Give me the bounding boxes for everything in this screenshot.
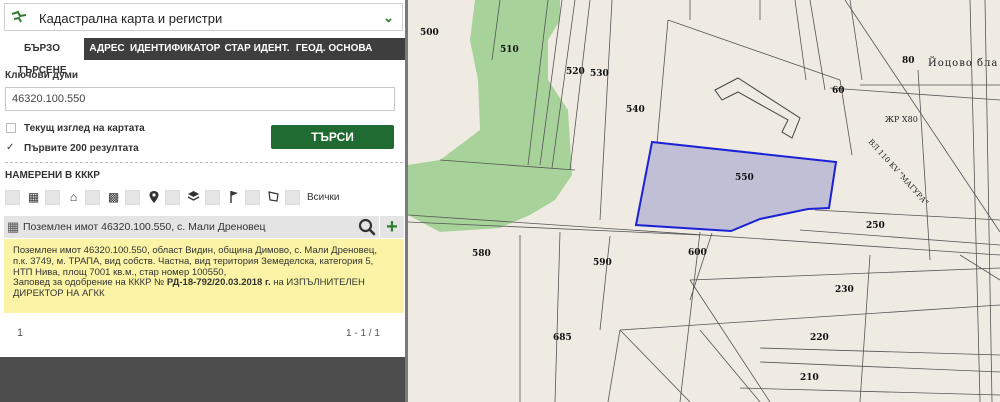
lot-number: 540 <box>626 105 645 115</box>
selected-parcel[interactable] <box>634 140 838 233</box>
filter-checkbox[interactable] <box>45 190 60 205</box>
building-icon[interactable]: ▩ <box>106 190 121 205</box>
first200-label: Първите 200 резултата <box>24 143 139 154</box>
tab-old-identifier[interactable]: СТАР ИДЕНТ. <box>222 38 292 60</box>
add-button[interactable]: + <box>380 216 404 238</box>
pager-range: 1 - 1 / 1 <box>346 328 380 339</box>
result-item-title: Поземлен имот 46320.100.550, с. Мали Дре… <box>23 221 266 233</box>
tab-geodetic-base[interactable]: ГЕОД. ОСНОВА <box>294 38 374 60</box>
lot-number: 220 <box>810 333 829 343</box>
tab-identifier[interactable]: ИДЕНТИФИКАТОР <box>130 38 220 60</box>
first200-checkbox[interactable]: ✓ <box>6 143 16 153</box>
filter-checkbox[interactable] <box>125 190 140 205</box>
lot-number: 250 <box>866 221 885 231</box>
lot-number: 230 <box>835 285 854 295</box>
search-button[interactable]: ТЪРСИ <box>271 125 394 149</box>
current-view-checkbox[interactable] <box>6 123 16 133</box>
map-pin-icon[interactable] <box>146 190 161 205</box>
parcel-grid-icon: ▦ <box>7 219 20 234</box>
lot-number: 80 <box>902 56 915 66</box>
keywords-label: Ключови думи <box>5 70 79 81</box>
building-label: ЖР Х80 <box>885 115 918 124</box>
lot-number: 580 <box>472 249 491 259</box>
all-label: Всички <box>307 192 340 203</box>
filter-checkbox[interactable] <box>165 190 180 205</box>
info-line: п.к. 3749, м. ТРАПА, вид собств. Частна,… <box>13 255 374 267</box>
lot-number: 510 <box>500 45 519 55</box>
all-checkbox[interactable] <box>285 190 300 205</box>
home-icon[interactable]: ⌂ <box>66 190 81 205</box>
lot-number: 60 <box>832 86 845 96</box>
keywords-input[interactable]: 46320.100.550 <box>5 87 395 111</box>
filter-checkbox[interactable] <box>85 190 100 205</box>
parcel-info-box: Поземлен имот 46320.100.550, област Види… <box>4 239 404 313</box>
map-canvas[interactable]: 500 510 520 530 540 550 580 590 600 250 … <box>408 0 1000 402</box>
filter-checkbox[interactable] <box>245 190 260 205</box>
flag-icon[interactable] <box>226 190 241 205</box>
lot-number: 520 <box>566 67 585 77</box>
side-panel-content: Кадастрална карта и регистри ⌄ БЪРЗО ТЪР… <box>0 0 405 357</box>
powerline-label: ВЛ 110 KV "МАГУРА" <box>867 137 931 207</box>
info-order-number: РД-18-792/20.03.2018 г. <box>166 277 271 289</box>
locality-label: Йоцово бла <box>928 57 998 69</box>
lot-number: 685 <box>553 333 572 343</box>
info-order-suffix: на ИЗПЪЛНИТЕЛЕН <box>273 277 365 289</box>
side-panel: Кадастрална карта и регистри ⌄ БЪРЗО ТЪР… <box>0 0 408 402</box>
zoom-to-button[interactable] <box>355 216 379 238</box>
search-tabs: БЪРЗО ТЪРСЕНЕ АДРЕС ИДЕНТИФИКАТОР СТАР И… <box>0 38 405 76</box>
lot-number: 210 <box>800 373 819 383</box>
building-outline <box>714 77 801 139</box>
info-order-prefix: Заповед за одобрение на КККР № <box>13 277 165 289</box>
current-view-label: Текущ изглед на картата <box>24 123 145 134</box>
filter-checkbox[interactable] <box>205 190 220 205</box>
plus-icon: + <box>386 216 398 238</box>
tab-address[interactable]: АДРЕС <box>86 38 128 60</box>
polygon-icon[interactable] <box>266 190 281 205</box>
found-label: НАМЕРЕНИ В КККР <box>5 170 100 181</box>
lot-number: 550 <box>735 173 754 183</box>
filter-checkbox[interactable] <box>5 190 20 205</box>
search-icon <box>358 218 376 236</box>
tab-quick-search[interactable]: БЪРЗО ТЪРСЕНЕ <box>0 38 84 76</box>
result-item[interactable]: ▦ Поземлен имот 46320.100.550, с. Мали Д… <box>4 216 355 238</box>
pager-page[interactable]: 1 <box>17 327 23 339</box>
lot-number: 500 <box>420 28 439 38</box>
cadastre-logo-icon <box>11 10 27 23</box>
layer-select-value: Кадастрална карта и регистри <box>39 11 223 26</box>
lot-number: 590 <box>593 258 612 268</box>
info-line: ДИРЕКТОР НА АГКК <box>13 288 105 300</box>
layer-select[interactable]: Кадастрална карта и регистри ⌄ <box>4 3 403 31</box>
grid-icon[interactable]: ▦ <box>26 190 41 205</box>
cadastral-map[interactable]: 500 510 520 530 540 550 580 590 600 250 … <box>408 0 1000 402</box>
chevron-down-icon[interactable]: ⌄ <box>383 10 394 26</box>
layers-icon[interactable] <box>186 190 201 205</box>
lot-number: 600 <box>688 248 707 258</box>
divider <box>5 162 403 163</box>
lot-number: 530 <box>590 69 609 79</box>
